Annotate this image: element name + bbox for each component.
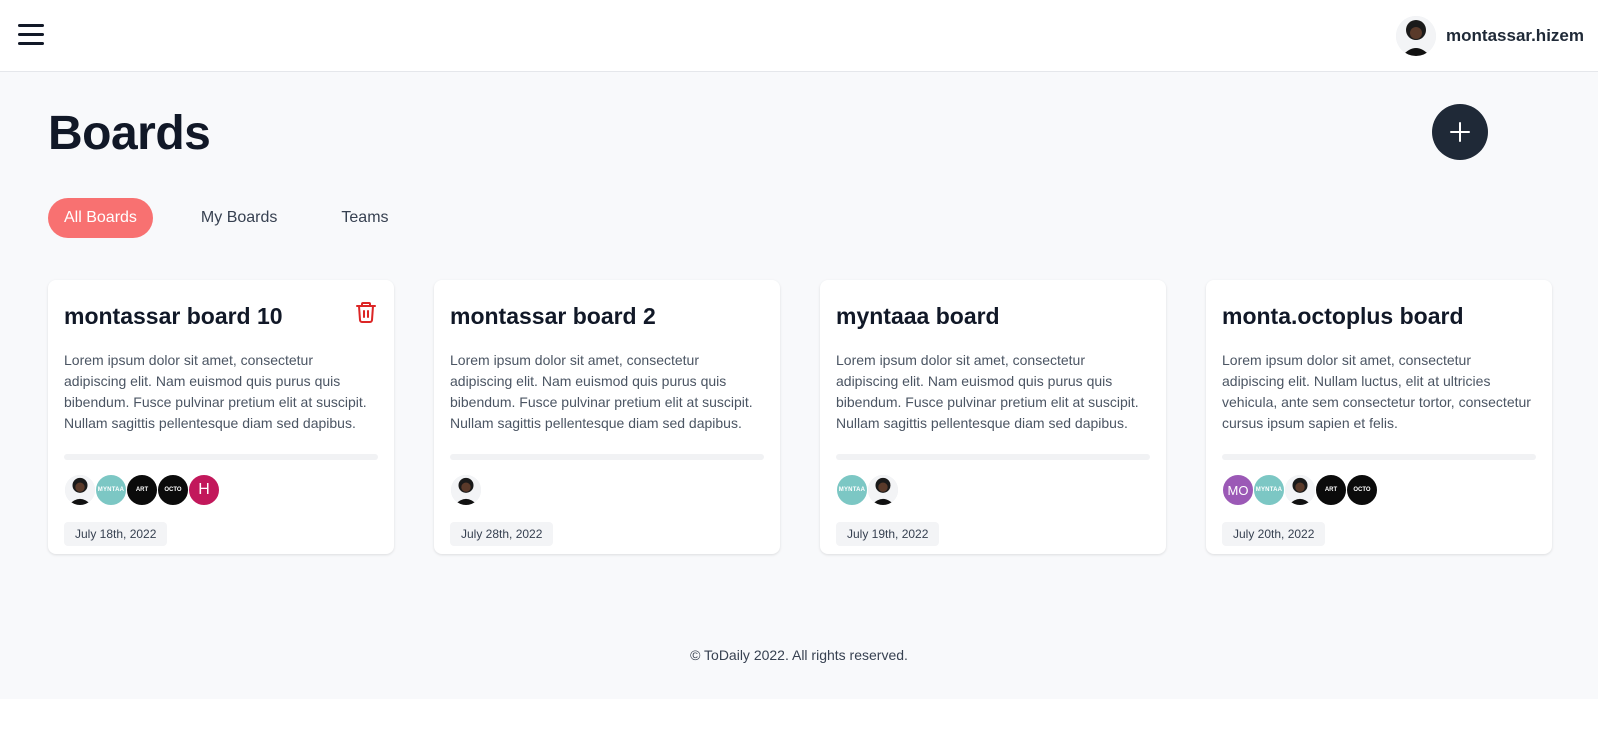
member-avatar[interactable] (64, 474, 96, 506)
board-filter-tabs: All Boards My Boards Teams (48, 198, 437, 238)
boards-grid: montassar board 10 Lorem ipsum dolor sit… (48, 280, 1554, 554)
plus-icon (1450, 122, 1470, 142)
member-avatar[interactable] (867, 474, 899, 506)
member-avatar[interactable]: MYNTAA (95, 474, 127, 506)
board-date-badge: July 20th, 2022 (1222, 522, 1326, 546)
member-avatar[interactable]: MO (1222, 474, 1254, 506)
board-members (450, 474, 764, 508)
board-members: MYNTAA (836, 474, 1150, 508)
board-progress-bar (836, 454, 1150, 460)
member-avatar[interactable]: OCTO (1346, 474, 1378, 506)
member-avatar[interactable]: MYNTAA (1253, 474, 1285, 506)
board-date-badge: July 19th, 2022 (836, 522, 940, 546)
tab-teams[interactable]: Teams (325, 198, 404, 238)
board-progress-bar (450, 454, 764, 460)
board-title: monta.octoplus board (1222, 303, 1464, 329)
board-card[interactable]: montassar board 10 Lorem ipsum dolor sit… (48, 280, 394, 554)
top-navbar: montassar.hizem (0, 0, 1598, 72)
board-card[interactable]: myntaaa board Lorem ipsum dolor sit amet… (820, 280, 1166, 554)
board-members: MYNTAA ART OCTO H (64, 474, 378, 508)
member-avatar[interactable]: MYNTAA (836, 474, 868, 506)
board-title: myntaaa board (836, 303, 1000, 329)
username-label: montassar.hizem (1446, 26, 1584, 45)
user-profile-menu[interactable]: montassar.hizem (1396, 16, 1584, 56)
footer-copyright: © ToDaily 2022. All rights reserved. (690, 647, 908, 663)
member-avatar[interactable]: OCTO (157, 474, 189, 506)
member-avatar[interactable] (1284, 474, 1316, 506)
member-avatar[interactable] (450, 474, 482, 506)
board-progress-bar (1222, 454, 1536, 460)
board-progress-bar (64, 454, 378, 460)
board-date-badge: July 28th, 2022 (450, 522, 554, 546)
delete-board-icon[interactable] (354, 300, 378, 324)
board-date-badge: July 18th, 2022 (64, 522, 168, 546)
board-title: montassar board 2 (450, 303, 656, 329)
board-card[interactable]: monta.octoplus board Lorem ipsum dolor s… (1206, 280, 1552, 554)
board-title: montassar board 10 (64, 303, 283, 329)
board-description: Lorem ipsum dolor sit amet, consectetur … (64, 352, 367, 431)
member-avatar[interactable]: ART (126, 474, 158, 506)
user-avatar (1396, 16, 1437, 56)
board-description: Lorem ipsum dolor sit amet, consectetur … (1222, 352, 1531, 431)
board-members: MO MYNTAA ART OCTO (1222, 474, 1536, 508)
main-content: Boards All Boards My Boards Teams montas… (0, 72, 1598, 699)
add-board-button[interactable] (1432, 104, 1488, 160)
page-title: Boards (48, 107, 211, 160)
board-card[interactable]: montassar board 2 Lorem ipsum dolor sit … (434, 280, 780, 554)
member-avatar[interactable]: H (188, 474, 220, 506)
board-description: Lorem ipsum dolor sit amet, consectetur … (836, 352, 1139, 431)
hamburger-menu-icon[interactable] (18, 24, 46, 48)
member-avatar[interactable]: ART (1315, 474, 1347, 506)
tab-my-boards[interactable]: My Boards (185, 198, 293, 238)
board-description: Lorem ipsum dolor sit amet, consectetur … (450, 352, 753, 431)
tab-all-boards[interactable]: All Boards (48, 198, 153, 238)
